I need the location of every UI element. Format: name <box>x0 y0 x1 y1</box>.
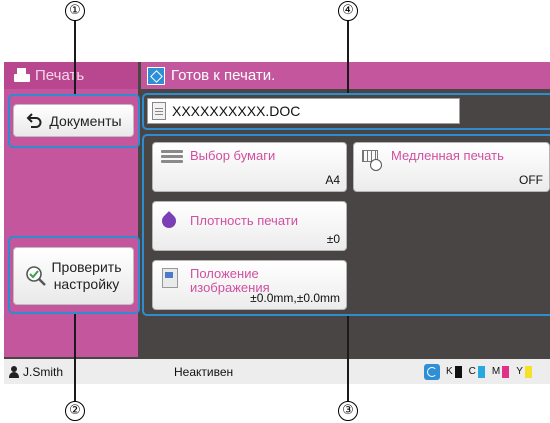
ink-label-m: M <box>491 366 501 377</box>
ink-label-y: Y <box>516 366 523 377</box>
user-icon <box>8 365 20 378</box>
user-name: J.Smith <box>23 364 64 379</box>
ink-swatch-y <box>524 365 532 378</box>
ink-label-c: C <box>468 366 476 377</box>
callout-3: ③ <box>338 401 358 421</box>
callout-2: ② <box>65 401 85 421</box>
callout-line-2 <box>74 314 76 401</box>
callout-4: ④ <box>338 1 358 21</box>
highlight-frame-4 <box>142 93 550 130</box>
callout-line-3 <box>347 316 349 401</box>
device-state: Неактивен <box>174 364 234 379</box>
ink-swatch-m <box>502 365 510 378</box>
status-header: Готов к печати. <box>141 62 550 89</box>
sidebar-title: Печать <box>4 62 138 89</box>
highlight-frame-3 <box>142 134 550 316</box>
ink-label-k: K <box>446 366 453 377</box>
sidebar-title-label: Печать <box>35 67 85 84</box>
ink-status-icon <box>424 363 440 380</box>
ink-swatch-c <box>477 365 485 378</box>
callout-line-1 <box>74 21 76 94</box>
ink-levels[interactable]: K C M Y <box>424 363 537 380</box>
highlight-frame-1 <box>8 94 140 148</box>
callout-1: ① <box>65 1 85 21</box>
status-text: Готов к печати. <box>171 67 276 84</box>
ready-status-icon <box>147 66 165 85</box>
print-icon <box>14 67 30 84</box>
user-info[interactable]: J.Smith <box>4 365 138 379</box>
ink-swatch-k <box>454 365 462 378</box>
status-bar: J.Smith Неактивен K C M Y <box>4 359 550 384</box>
callout-line-4 <box>347 21 349 93</box>
highlight-frame-2 <box>8 236 140 314</box>
